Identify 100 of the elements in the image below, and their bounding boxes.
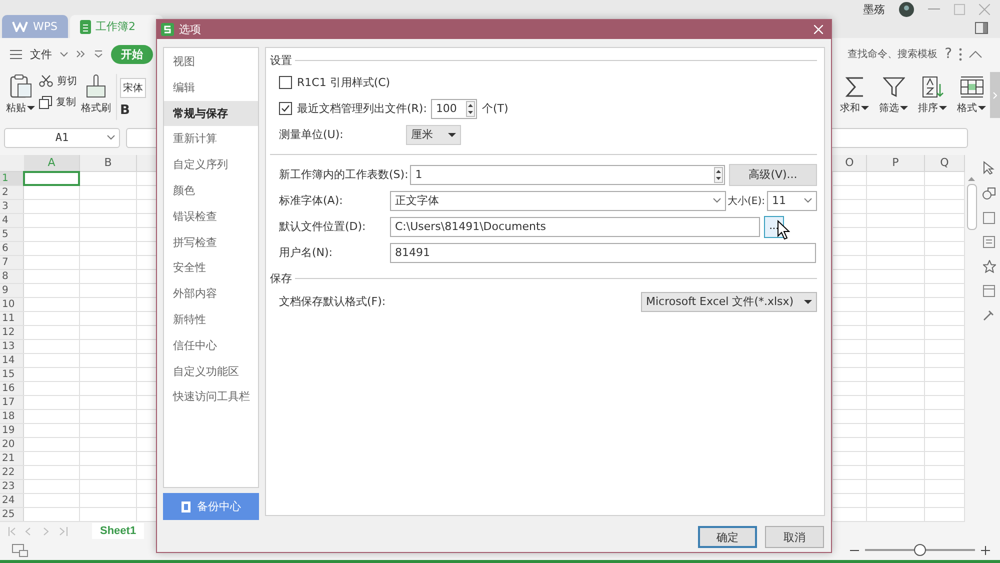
row-header[interactable]: 5 (0, 228, 24, 241)
field-label: 文档保存默认格式(F): (279, 294, 387, 309)
row-header[interactable]: 3 (0, 200, 24, 213)
checkbox[interactable] (279, 76, 292, 89)
paste-button[interactable]: 粘贴 (6, 74, 35, 120)
unit-dropdown[interactable]: 厘米 (406, 124, 461, 144)
zoom-in-icon[interactable] (981, 546, 990, 554)
nav-item[interactable]: 视图 (164, 49, 258, 75)
column-header[interactable]: P (867, 155, 925, 171)
nav-item[interactable]: 新特性 (164, 306, 258, 333)
row-header[interactable]: 14 (0, 354, 24, 367)
format-button[interactable]: 格式 (957, 76, 986, 120)
bold-button[interactable]: B (120, 103, 130, 118)
nav-item[interactable]: 颜色 (164, 178, 258, 204)
panel-icon[interactable] (983, 236, 995, 248)
shapes-icon[interactable] (982, 187, 996, 200)
row-header[interactable]: 23 (0, 480, 24, 493)
menu-icon[interactable] (10, 50, 22, 58)
column-header[interactable]: B (80, 155, 137, 171)
dialog-title: 选项 (179, 22, 201, 37)
row-header[interactable]: 24 (0, 494, 24, 507)
checkbox-label: 最近文档管理列出文件(R): (297, 101, 427, 116)
minimize-icon[interactable] (928, 8, 940, 10)
more-icon[interactable] (959, 48, 962, 60)
double-chevron-icon[interactable] (76, 50, 86, 58)
nav-item[interactable]: 重新计算 (164, 126, 258, 152)
tools-icon[interactable] (983, 309, 995, 321)
nav-item[interactable]: 外部内容 (164, 281, 258, 307)
panel-icon[interactable] (983, 285, 995, 297)
help-button[interactable]: ? (944, 46, 952, 62)
avatar[interactable] (899, 2, 914, 16)
nav-item[interactable]: 自定义功能区 (164, 358, 258, 384)
macro-icon[interactable] (12, 544, 28, 556)
spin-arrows-icon[interactable] (466, 100, 475, 116)
pointer-icon[interactable] (983, 161, 995, 175)
font-name-field[interactable]: 宋体 (120, 78, 146, 98)
caret-icon (900, 106, 908, 110)
row-header[interactable]: 21 (0, 452, 24, 465)
star-icon[interactable] (982, 260, 996, 273)
row-header[interactable]: 25 (0, 508, 24, 521)
row-header[interactable]: 19 (0, 424, 24, 437)
row-header[interactable]: 4 (0, 214, 24, 227)
number-field[interactable]: 1 (410, 164, 725, 184)
nav-item[interactable]: 拼写检查 (164, 230, 258, 256)
row-header[interactable]: 2 (0, 186, 24, 199)
row-header[interactable]: 10 (0, 298, 24, 311)
app-logo-icon (161, 23, 174, 36)
spin-arrows-icon[interactable] (714, 166, 723, 182)
sum-button[interactable]: 求和 (840, 76, 869, 120)
number-field[interactable]: 100 (430, 98, 477, 118)
row-header[interactable]: 12 (0, 326, 24, 339)
selected-cell[interactable] (23, 171, 80, 186)
format-painter-button[interactable]: 格式刷 (81, 74, 111, 120)
sidebar-toggle-icon[interactable] (975, 22, 988, 34)
sheet-tab[interactable]: Sheet1 (92, 523, 144, 539)
row-header[interactable]: 11 (0, 312, 24, 325)
checkbox-label: R1C1 引用样式(C) (297, 75, 390, 90)
column-header[interactable]: O (833, 155, 867, 171)
customize-icon[interactable] (94, 50, 103, 58)
format-dropdown[interactable]: Microsoft Excel 文件(*.xlsx) (641, 292, 817, 312)
sort-button[interactable]: 排序 (918, 76, 947, 120)
text-field[interactable]: 81491 (390, 242, 816, 262)
name-box[interactable]: A1 (4, 128, 120, 148)
row-header[interactable]: 22 (0, 466, 24, 479)
filter-button[interactable]: 筛选 (879, 76, 908, 120)
row-header[interactable]: 7 (0, 256, 24, 269)
panel-icon[interactable] (983, 212, 995, 224)
scroll-thumb[interactable] (966, 184, 976, 230)
advanced-button[interactable]: 高级(V)... (729, 164, 817, 186)
nav-item[interactable]: 错误检查 (164, 204, 258, 230)
file-menu[interactable]: 文件 (30, 46, 52, 62)
font-dropdown[interactable]: 正文字体 (390, 190, 726, 210)
row-header[interactable]: 18 (0, 410, 24, 423)
size-dropdown[interactable]: 11 (767, 190, 817, 210)
collapse-icon[interactable] (969, 50, 982, 58)
row-header[interactable]: 13 (0, 340, 24, 353)
row-header[interactable]: 15 (0, 368, 24, 381)
nav-item[interactable]: 信任中心 (164, 332, 258, 359)
chevron-down-icon (804, 198, 812, 203)
row-header[interactable]: 16 (0, 382, 24, 395)
row-header[interactable]: 17 (0, 396, 24, 409)
row-header[interactable]: 9 (0, 284, 24, 297)
user-name[interactable]: 墨殇 (863, 2, 885, 16)
ok-button[interactable]: 确定 (698, 526, 757, 548)
field-label: 新工作簿内的工作表数(S): (279, 167, 408, 182)
cut-button[interactable]: 剪切 (39, 74, 77, 88)
nav-item[interactable]: 安全性 (164, 255, 258, 282)
row-header[interactable]: 6 (0, 242, 24, 255)
nav-item[interactable]: 自定义序列 (164, 152, 258, 178)
copy-button[interactable]: 复制 (39, 95, 77, 109)
nav-item[interactable]: 常规与保存 (164, 100, 258, 126)
nav-item[interactable]: 编辑 (164, 74, 258, 101)
cancel-button[interactable]: 取消 (765, 526, 824, 548)
path-field[interactable]: C:\Users\81491\Documents (390, 216, 760, 236)
nav-item[interactable]: 快速访问工具栏 (164, 384, 258, 410)
row-header[interactable]: 20 (0, 438, 24, 451)
checkbox[interactable] (279, 102, 292, 115)
scroll-up-icon[interactable] (968, 177, 975, 181)
search-field[interactable]: 查找命令、搜索模板 (848, 47, 938, 61)
row-header[interactable]: 8 (0, 270, 24, 283)
